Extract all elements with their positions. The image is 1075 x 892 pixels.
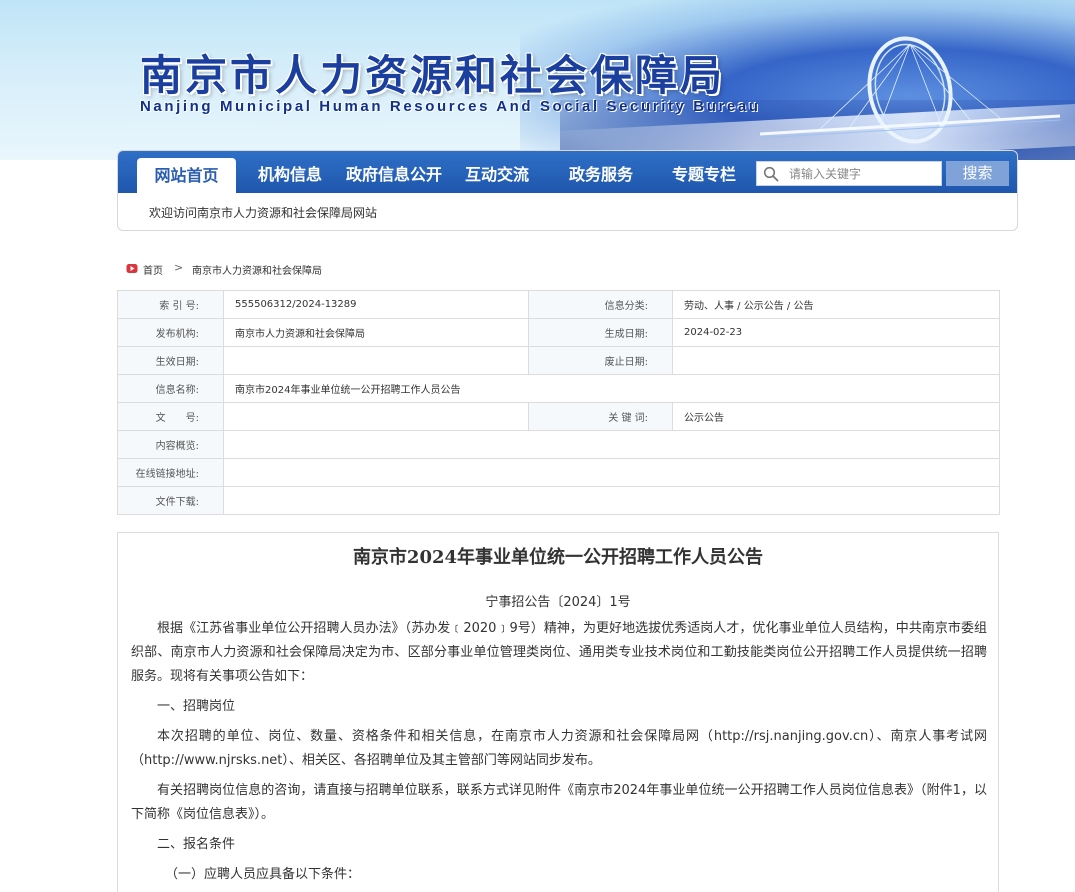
doc-number-value — [223, 402, 529, 431]
file-download-value — [223, 486, 1000, 515]
index-number-value: 555506312/2024-13289 — [223, 290, 529, 319]
nav-item-gov-info-disclosure[interactable]: 政府信息公开 — [346, 151, 442, 193]
header-banner: 南京市人力资源和社会保障局 Nanjing Municipal Human Re… — [0, 0, 1075, 160]
online-link-label: 在线链接地址: — [117, 458, 224, 487]
article-body: 根据《江苏省事业单位公开招聘人员办法》（苏办发﹝2020﹞9号）精神，为更好地选… — [131, 617, 987, 892]
breadcrumb-current-link[interactable]: 南京市人力资源和社会保障局 — [192, 262, 322, 277]
publisher-label: 发布机构: — [117, 318, 224, 347]
nav-item-institution-info[interactable]: 机构信息 — [258, 151, 322, 193]
table-row: 生效日期: 废止日期: — [117, 346, 1000, 375]
table-row: 文 号: 关 键 词: 公示公告 — [117, 402, 1000, 431]
table-row: 内容概览: — [117, 430, 1000, 459]
article-content: 南京市2024年事业单位统一公开招聘工作人员公告 宁事招公告〔2024〕1号 根… — [117, 532, 999, 892]
category-label: 信息分类: — [528, 290, 673, 319]
summary-label: 内容概览: — [117, 430, 224, 459]
online-link-value — [223, 458, 1000, 487]
summary-value — [223, 430, 1000, 459]
site-title: 南京市人力资源和社会保障局 — [140, 51, 726, 100]
keywords-label: 关 键 词: — [528, 402, 673, 431]
search-icon — [763, 166, 779, 182]
table-row: 索 引 号: 555506312/2024-13289 信息分类: 劳动、人事 … — [117, 290, 1000, 319]
info-name-label: 信息名称: — [117, 374, 224, 403]
search-box — [756, 161, 942, 186]
main-navigation: 网站首页 机构信息 政府信息公开 互动交流 政务服务 专题专栏 搜索 欢迎访问南… — [117, 150, 1018, 231]
doc-number-label: 文 号: — [117, 402, 224, 431]
article-paragraph: 根据《江苏省事业单位公开招聘人员办法》（苏办发﹝2020﹞9号）精神，为更好地选… — [131, 621, 987, 684]
info-name-value: 南京市2024年事业单位统一公开招聘工作人员公告 — [223, 374, 1000, 403]
breadcrumb-home-link[interactable]: 首页 — [143, 262, 163, 277]
effective-date-label: 生效日期: — [117, 346, 224, 375]
breadcrumb-separator: > — [174, 261, 184, 274]
expire-date-label: 废止日期: — [528, 346, 673, 375]
nav-item-interaction[interactable]: 互动交流 — [465, 151, 529, 193]
article-doc-number: 宁事招公告〔2024〕1号 — [485, 595, 631, 610]
table-row: 信息名称: 南京市2024年事业单位统一公开招聘工作人员公告 — [117, 374, 1000, 403]
category-value: 劳动、人事 / 公示公告 / 公告 — [672, 290, 1000, 319]
keywords-value: 公示公告 — [672, 402, 1000, 431]
created-date-label: 生成日期: — [528, 318, 673, 347]
created-date-value: 2024-02-23 — [672, 318, 1000, 347]
article-paragraph: 本次招聘的单位、岗位、数量、资格条件和相关信息，在南京市人力资源和社会保障局网（… — [131, 729, 987, 768]
nav-item-gov-services[interactable]: 政务服务 — [569, 151, 633, 193]
publisher-value: 南京市人力资源和社会保障局 — [223, 318, 529, 347]
article-subsection-heading: （一）应聘人员应具备以下条件： — [165, 867, 361, 882]
home-icon — [126, 264, 138, 273]
article-section-heading: 二、报名条件 — [157, 837, 236, 852]
table-row: 在线链接地址: — [117, 458, 1000, 487]
search-input[interactable] — [789, 164, 937, 184]
article-section-heading: 一、招聘岗位 — [157, 699, 236, 714]
welcome-message: 欢迎访问南京市人力资源和社会保障局网站 — [149, 206, 378, 220]
article-paragraph: 有关招聘岗位信息的咨询，请直接与招聘单位联系，联系方式详见附件《南京市2024年… — [131, 783, 987, 822]
nav-bar: 网站首页 机构信息 政府信息公开 互动交流 政务服务 专题专栏 搜索 — [118, 151, 1017, 194]
effective-date-value — [223, 346, 529, 375]
info-metadata-table: 索 引 号: 555506312/2024-13289 信息分类: 劳动、人事 … — [117, 290, 1000, 515]
table-row: 发布机构: 南京市人力资源和社会保障局 生成日期: 2024-02-23 — [117, 318, 1000, 347]
table-row: 文件下载: — [117, 486, 1000, 515]
search-button[interactable]: 搜索 — [946, 161, 1009, 186]
site-subtitle: Nanjing Municipal Human Resources And So… — [140, 98, 761, 115]
article-title: 南京市2024年事业单位统一公开招聘工作人员公告 — [352, 547, 764, 568]
bridge-illustration — [760, 36, 1060, 144]
nav-item-home[interactable]: 网站首页 — [137, 158, 236, 194]
expire-date-value — [672, 346, 1000, 375]
nav-item-special-topics[interactable]: 专题专栏 — [672, 151, 736, 193]
index-number-label: 索 引 号: — [117, 290, 224, 319]
file-download-label: 文件下载: — [117, 486, 224, 515]
